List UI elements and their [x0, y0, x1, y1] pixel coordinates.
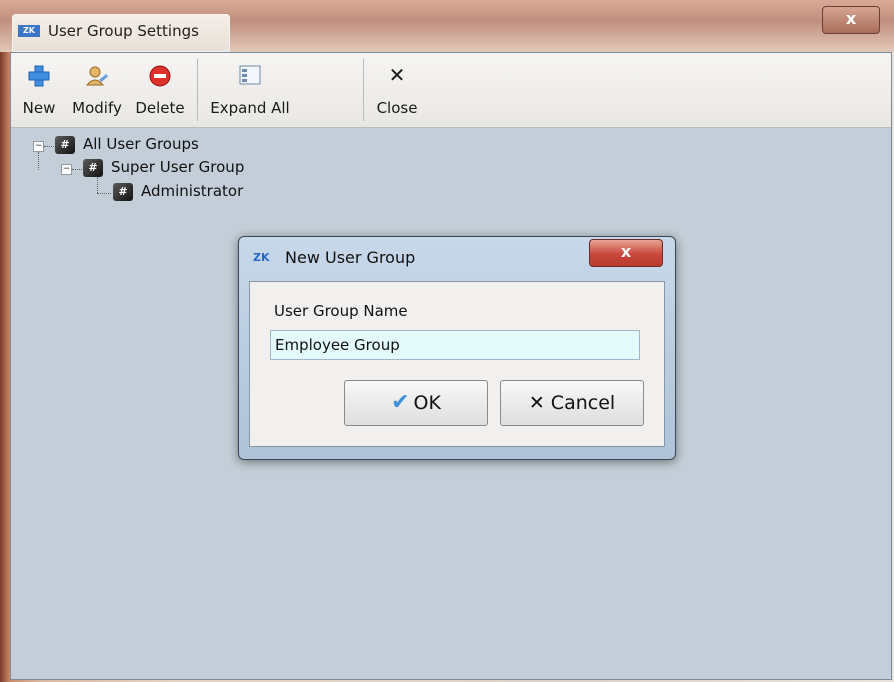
cancel-label: Cancel	[550, 392, 616, 414]
user-group-name-input[interactable]	[270, 330, 640, 360]
collapse-toggle-icon[interactable]: −	[61, 164, 72, 175]
title-bar: ZK User Group Settings x	[0, 0, 894, 52]
tree-node-all-user-groups[interactable]: All User Groups	[83, 135, 199, 153]
user-group-icon: #	[113, 183, 133, 201]
delete-button[interactable]: Delete	[129, 59, 191, 121]
expand-all-label: Expand All	[210, 99, 290, 117]
tree-connector	[38, 152, 39, 170]
checkmark-icon: ✔	[391, 390, 410, 415]
toolbar-separator	[363, 59, 364, 121]
modify-button[interactable]: Modify	[67, 59, 127, 121]
ok-button[interactable]: ✔ OK	[344, 380, 488, 426]
tree-node-super-user-group[interactable]: Super User Group	[111, 158, 244, 176]
user-group-name-label: User Group Name	[274, 302, 408, 320]
delete-icon	[149, 65, 171, 87]
close-button[interactable]: ✕ Close	[371, 59, 423, 121]
close-label: Close	[376, 99, 418, 117]
dialog-logo-icon: ZK	[253, 251, 270, 264]
dialog-title: New User Group	[285, 248, 416, 267]
window-close-button[interactable]: x	[822, 6, 880, 34]
user-group-icon: #	[83, 159, 103, 177]
plus-icon	[28, 65, 50, 87]
close-icon: ✕	[388, 63, 406, 87]
tree-connector	[97, 177, 98, 193]
tree-connector	[72, 169, 82, 170]
cancel-button[interactable]: ✕ Cancel	[500, 380, 644, 426]
tree-connector	[97, 193, 111, 194]
tree-connector	[44, 146, 54, 147]
modify-label: Modify	[72, 99, 122, 117]
window-title: User Group Settings	[48, 22, 199, 40]
cancel-icon: ✕	[528, 392, 545, 414]
title-tab: ZK User Group Settings	[12, 14, 230, 52]
dialog-body: User Group Name ✔OK ✕ Cancel	[249, 281, 665, 447]
delete-label: Delete	[135, 99, 185, 117]
new-user-group-dialog: ZK New User Group x User Group Name ✔OK …	[238, 236, 676, 460]
collapse-toggle-icon[interactable]: −	[33, 141, 44, 152]
new-button[interactable]: New	[17, 59, 61, 121]
expand-all-button[interactable]: Expand All	[203, 59, 297, 121]
toolbar-separator	[197, 59, 198, 121]
expand-icon	[239, 65, 261, 85]
ok-label: OK	[413, 392, 441, 414]
user-group-icon: #	[55, 136, 75, 154]
app-logo-icon: ZK	[18, 25, 40, 37]
tree-node-administrator[interactable]: Administrator	[141, 182, 243, 200]
toolbar: New Modify Delete Expand All ✕ Close	[11, 53, 891, 128]
new-label: New	[22, 99, 56, 117]
user-edit-icon	[85, 66, 109, 86]
dialog-close-button[interactable]: x	[589, 239, 663, 267]
